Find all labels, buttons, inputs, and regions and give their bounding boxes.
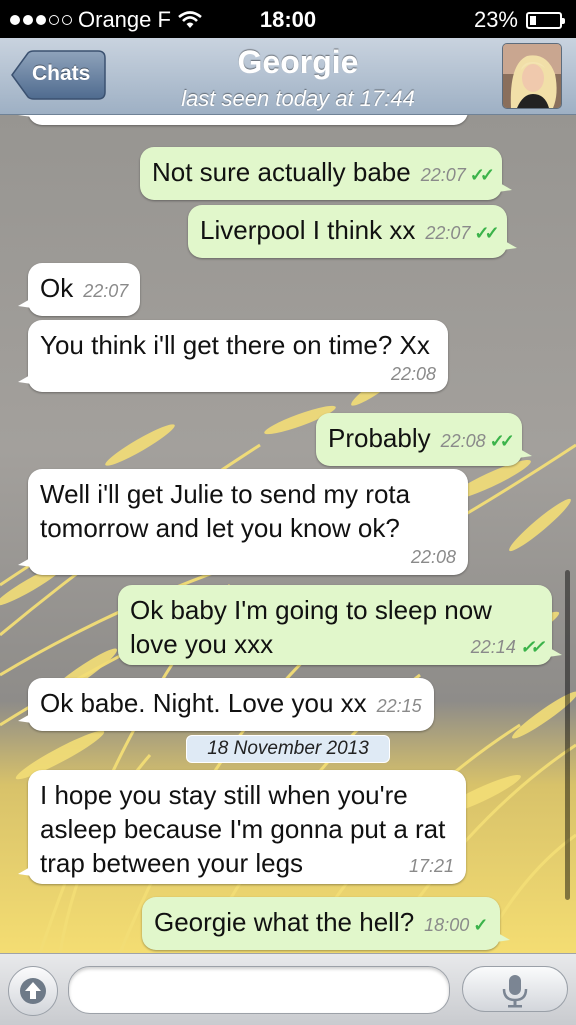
battery-fill: [530, 15, 536, 25]
message-text: x: [42, 115, 55, 121]
message-bubble-outgoing[interactable]: Liverpool I think xx 22:07 ✓✓: [188, 205, 517, 258]
contact-name[interactable]: Georgie: [120, 44, 476, 81]
chat-header: Chats Georgie last seen today at 17:44: [0, 38, 576, 115]
message-time: 18:00: [424, 915, 470, 935]
message-text: Not sure actually babe: [152, 157, 411, 187]
attach-button[interactable]: [8, 966, 58, 1016]
input-bar: [0, 953, 576, 1025]
message-text: Probably: [328, 423, 431, 453]
date-separator: 18 November 2013: [186, 735, 390, 763]
voice-record-button[interactable]: [462, 966, 568, 1012]
message-bubble-incoming[interactable]: Ok 22:07: [17, 263, 141, 316]
back-button[interactable]: Chats: [10, 50, 106, 100]
double-check-icon: ✓✓: [519, 637, 545, 657]
message-bubble-partial: x 22:07: [18, 115, 468, 125]
message-text: Ok babe. Night. Love you xx: [40, 688, 367, 718]
message-text: Liverpool I think xx: [200, 215, 416, 245]
message-bubble-incoming[interactable]: Well i'll get Julie to send my rota tomo…: [18, 469, 468, 575]
status-bar: Orange F 18:00 23%: [0, 0, 576, 38]
message-time: 22:07: [425, 223, 471, 243]
scrollbar[interactable]: [565, 570, 570, 900]
message-text: Georgie what the hell?: [154, 907, 415, 937]
message-time: 22:08: [390, 364, 436, 384]
battery-percent: 23%: [473, 7, 518, 32]
message-time: 22:08: [410, 547, 456, 567]
message-time: 22:08: [440, 431, 486, 451]
avatar[interactable]: [502, 43, 562, 109]
message-bubble-incoming[interactable]: I hope you stay still when you're asleep…: [18, 770, 466, 884]
message-time-text: 22:14: [470, 637, 516, 657]
message-bubble-outgoing[interactable]: Georgie what the hell? 18:00 ✓: [142, 897, 511, 950]
message-bubble-outgoing[interactable]: Ok baby I'm going to sleep now love you …: [118, 585, 562, 665]
message-bubble-outgoing[interactable]: Probably 22:08 ✓✓: [316, 413, 532, 466]
message-time: 22:07: [83, 281, 129, 301]
message-time: 22:15: [376, 696, 422, 716]
message-input[interactable]: [68, 966, 450, 1014]
message-text: Ok: [40, 273, 74, 303]
message-bubble-incoming[interactable]: Ok babe. Night. Love you xx 22:15: [18, 678, 434, 731]
message-text: You think i'll get there on time? Xx: [40, 330, 430, 360]
message-time: 22:07: [420, 165, 466, 185]
check-icon: ✓: [473, 915, 489, 935]
upload-arrow-icon: [20, 978, 46, 1004]
double-check-icon: ✓✓: [474, 223, 499, 243]
back-label: Chats: [32, 62, 91, 85]
message-list[interactable]: x 22:07 Not sure actually babe22:07✓✓ Li…: [0, 115, 576, 953]
battery-group: 23%: [473, 7, 565, 33]
message-time: 22:07: [409, 115, 454, 125]
last-seen: last seen today at 17:44: [181, 86, 415, 111]
double-check-icon: ✓✓: [489, 431, 515, 451]
message-bubble-outgoing[interactable]: Not sure actually babe 22:07 ✓✓: [140, 147, 512, 200]
message-bubble-incoming[interactable]: You think i'll get there on time? Xx 22:…: [18, 320, 448, 392]
microphone-icon: [502, 975, 528, 1008]
double-check-icon: ✓✓: [469, 165, 495, 185]
battery-icon: [526, 11, 565, 29]
message-text: Well i'll get Julie to send my rota tomo…: [40, 479, 411, 543]
